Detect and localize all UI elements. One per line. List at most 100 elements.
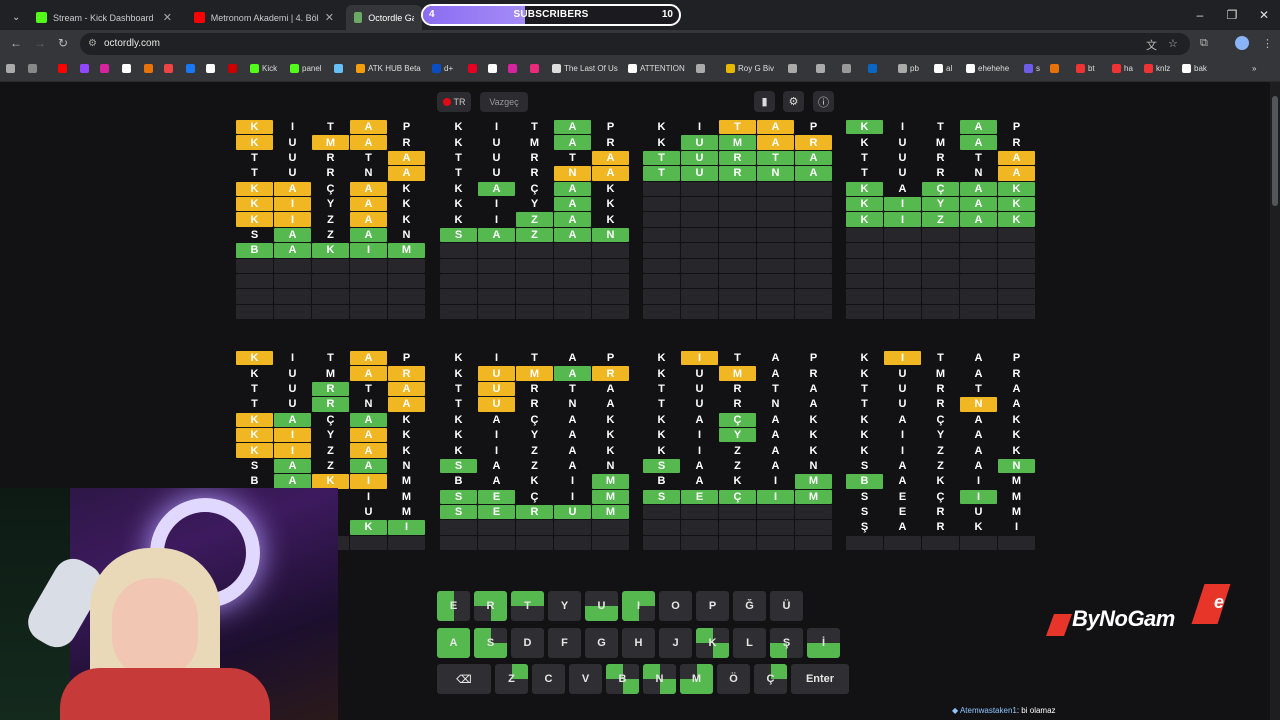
bookmark-grid-icon[interactable]: [28, 64, 37, 73]
key-b[interactable]: B: [606, 664, 639, 694]
tab-metronom[interactable]: Metronom Akademi | 4. Bölüm ✕: [186, 5, 342, 30]
bookmark-atk-hub[interactable]: ATK HUB Beta: [356, 64, 421, 73]
bookmark-knlz[interactable]: knlz: [1144, 64, 1170, 73]
bookmark-icon[interactable]: [122, 64, 131, 73]
board-row: BAKIM: [236, 243, 425, 258]
enter-button[interactable]: Enter: [791, 664, 849, 694]
gear-icon[interactable]: ⚙: [783, 91, 804, 112]
key-t[interactable]: T: [511, 591, 544, 621]
page-scrollbar[interactable]: [1270, 82, 1280, 720]
key-l[interactable]: L: [733, 628, 766, 658]
translate-icon[interactable]: 文: [1146, 37, 1157, 53]
instagram-icon[interactable]: [100, 64, 109, 73]
bookmark-apps-icon[interactable]: [6, 64, 15, 73]
extensions-icon[interactable]: ⧉: [1200, 37, 1208, 50]
key-c[interactable]: C: [532, 664, 565, 694]
key-y[interactable]: Y: [548, 591, 581, 621]
site-info-icon[interactable]: ⚙: [88, 38, 97, 49]
backspace-icon[interactable]: ⌫: [437, 664, 491, 694]
key-v[interactable]: V: [569, 664, 602, 694]
steam-icon[interactable]: [334, 64, 343, 73]
facebook-icon[interactable]: [186, 64, 195, 73]
scroll-thumb[interactable]: [1272, 96, 1278, 206]
menu-icon[interactable]: ⋮: [1262, 37, 1273, 50]
bookmark-icon[interactable]: [1050, 64, 1059, 73]
tab-search-icon[interactable]: ⌄: [4, 5, 20, 30]
close-icon[interactable]: ✕: [325, 11, 334, 24]
bookmark-icon[interactable]: [488, 64, 497, 73]
key-i[interactable]: I: [622, 591, 655, 621]
key-a[interactable]: A: [437, 628, 470, 658]
key-f[interactable]: F: [548, 628, 581, 658]
key-ş[interactable]: Ş: [770, 628, 803, 658]
forward-icon[interactable]: →: [34, 36, 46, 50]
x-icon[interactable]: [206, 64, 215, 73]
bookmark-icon[interactable]: [530, 64, 539, 73]
bookmark-ha[interactable]: ha: [1112, 64, 1133, 73]
letter-tile: Z: [327, 459, 334, 472]
stats-icon[interactable]: ▮: [754, 91, 775, 112]
bookmark-icon[interactable]: [696, 64, 705, 73]
key-z[interactable]: Z: [495, 664, 528, 694]
key-r[interactable]: R: [474, 591, 507, 621]
key-s[interactable]: S: [474, 628, 507, 658]
key-d[interactable]: D: [511, 628, 544, 658]
key-m[interactable]: M: [680, 664, 713, 694]
bookmark-attention[interactable]: ATTENTION: [628, 64, 685, 73]
url-field[interactable]: ⚙ octordly.com: [80, 33, 1190, 55]
more-bookmarks-icon[interactable]: »: [1252, 64, 1256, 73]
back-icon[interactable]: ←: [10, 36, 22, 50]
linkedin-icon[interactable]: [868, 64, 877, 73]
bookmark-icon[interactable]: [164, 64, 173, 73]
bookmark-icon[interactable]: [144, 64, 153, 73]
bookmark-kick[interactable]: Kick: [250, 64, 277, 73]
key-n[interactable]: N: [643, 664, 676, 694]
info-icon[interactable]: ⓘ: [813, 91, 834, 112]
key-e[interactable]: E: [437, 591, 470, 621]
language-button[interactable]: TR: [437, 92, 471, 112]
key-o[interactable]: O: [659, 591, 692, 621]
bookmark-pb[interactable]: pb: [898, 64, 919, 73]
instagram-icon[interactable]: [508, 64, 517, 73]
letter-tile: K: [846, 196, 883, 212]
key-k[interactable]: K: [696, 628, 729, 658]
key-j[interactable]: J: [659, 628, 692, 658]
key-ç[interactable]: Ç: [754, 664, 787, 694]
key-u[interactable]: U: [585, 591, 618, 621]
give-up-button[interactable]: Vazgeç: [480, 92, 528, 112]
key-ğ[interactable]: Ğ: [733, 591, 766, 621]
pinterest-icon[interactable]: [468, 64, 477, 73]
reload-icon[interactable]: ↻: [58, 36, 68, 50]
bookmark-bak[interactable]: bak: [1182, 64, 1207, 73]
letter-tile: [478, 258, 515, 273]
close-window-icon[interactable]: ✕: [1248, 0, 1280, 30]
key-g[interactable]: G: [585, 628, 618, 658]
star-icon[interactable]: ☆: [1168, 37, 1178, 50]
bookmark-bt[interactable]: bt: [1076, 64, 1095, 73]
bookmark-panel[interactable]: panel: [290, 64, 322, 73]
youtube-icon[interactable]: [58, 64, 67, 73]
key-ö[interactable]: Ö: [717, 664, 750, 694]
key-p[interactable]: P: [696, 591, 729, 621]
bookmark-s[interactable]: s: [1024, 64, 1040, 73]
bookmark-icon[interactable]: [816, 64, 825, 73]
maximize-icon[interactable]: ❐: [1216, 0, 1248, 30]
bookmark-icon[interactable]: [788, 64, 797, 73]
close-icon[interactable]: ✕: [163, 11, 172, 24]
profile-avatar[interactable]: [1235, 36, 1249, 50]
minimize-icon[interactable]: –: [1184, 0, 1216, 30]
bookmark-last-of-us[interactable]: The Last Of Us: [552, 64, 618, 73]
letter-tile: M: [401, 490, 412, 503]
bookmark-icon[interactable]: [842, 64, 851, 73]
tab-octordle[interactable]: Octordle Game: [346, 5, 422, 30]
twitch-icon[interactable]: [80, 64, 89, 73]
tab-kick-dashboard[interactable]: Stream - Kick Dashboard ✕: [28, 5, 180, 30]
bookmark-roy-g-biv[interactable]: Roy G Biv: [726, 64, 774, 73]
bookmark-dplus[interactable]: d+: [432, 64, 453, 73]
key-h[interactable]: H: [622, 628, 655, 658]
bookmark-ehehehe[interactable]: ehehehe: [966, 64, 1009, 73]
key-i̇[interactable]: İ: [807, 628, 840, 658]
key-ü[interactable]: Ü: [770, 591, 803, 621]
bookmark-icon[interactable]: [228, 64, 237, 73]
bookmark-al[interactable]: al: [934, 64, 952, 73]
